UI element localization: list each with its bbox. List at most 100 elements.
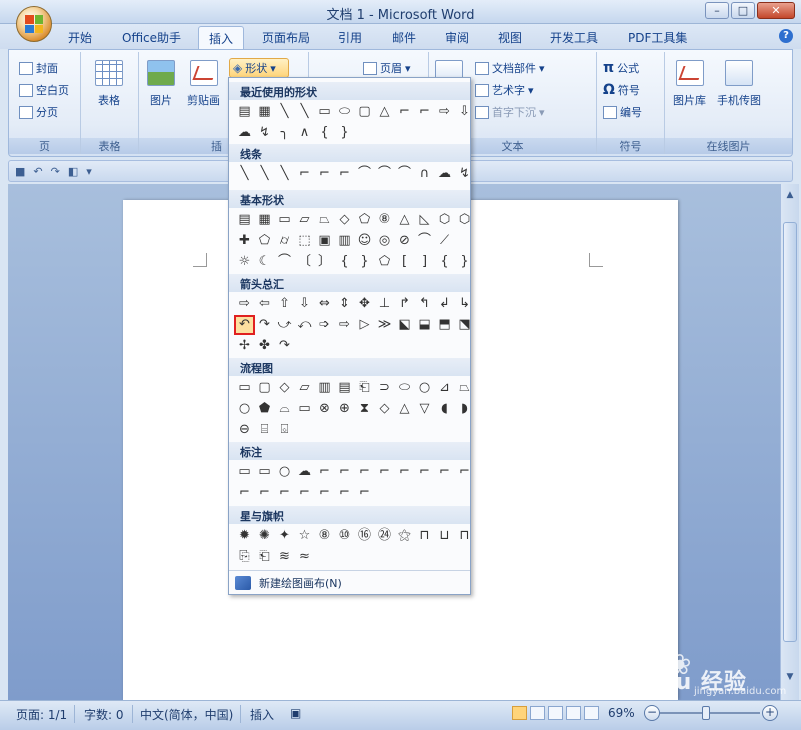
shape-item[interactable]: ⤺ [295,316,314,334]
shape-item[interactable]: ⌐ [395,463,414,481]
tab-office-assistant[interactable]: Office助手 [122,29,181,46]
shape-item[interactable]: ⌐ [295,484,314,502]
zoom-slider-knob[interactable] [702,706,710,720]
shape-item[interactable]: ○ [235,400,254,418]
shape-item[interactable]: ▽ [415,400,434,418]
shape-item[interactable]: ⌐ [395,103,414,121]
minimize-button[interactable]: – [705,2,729,19]
shape-item[interactable]: ▣ [315,232,334,250]
shape-item[interactable]: △ [395,400,414,418]
shapes-button[interactable]: ◈ 形状 ▾ [229,58,289,78]
shape-item[interactable]: ◗ [455,400,474,418]
shape-item[interactable]: ☁ [235,124,254,142]
zoom-out-button[interactable]: − [644,705,660,721]
shape-item[interactable]: ✤ [255,337,274,355]
shape-item[interactable]: ⇨ [335,316,354,334]
shape-item[interactable]: ◺ [415,211,434,229]
shape-item[interactable]: ⑧ [375,211,394,229]
shape-item[interactable]: ⎗ [255,548,274,566]
shape-item[interactable]: ⇩ [455,103,474,121]
shape-item[interactable]: ⌐ [355,463,374,481]
shape-item[interactable]: ⬓ [415,316,434,334]
office-button[interactable] [16,6,52,42]
shape-item[interactable]: ▷ [355,316,374,334]
shape-item[interactable]: ⌐ [235,484,254,502]
shape-item[interactable]: ☁ [295,463,314,481]
print-layout-view-button[interactable] [512,706,527,720]
shape-item[interactable]: ◇ [275,379,294,397]
shape-item[interactable]: ⎘ [235,548,254,566]
zoom-slider[interactable] [660,712,760,714]
shape-item[interactable]: ↲ [435,295,454,313]
shape-item[interactable]: ➩ [315,316,334,334]
header-button[interactable]: 页眉 ▾ [363,60,411,76]
shape-item[interactable]: ⊃ [375,379,394,397]
shape-item[interactable]: ↯ [455,165,474,183]
tab-home[interactable]: 开始 [68,29,92,46]
shape-item[interactable]: ⌐ [315,463,334,481]
shape-item[interactable]: ▤ [335,379,354,397]
shape-item[interactable]: ⌒ [355,165,374,183]
shape-item[interactable]: ⑩ [335,527,354,545]
shape-item[interactable]: ∧ [295,124,314,142]
shape-item[interactable]: ⌐ [315,484,334,502]
cover-page-button[interactable]: 封面 [19,60,58,76]
new-drawing-canvas-button[interactable]: 新建绘图画布(N) [229,570,470,594]
shape-item[interactable]: { [335,253,354,271]
shape-item[interactable]: ○ [415,379,434,397]
shape-item[interactable]: ☾ [255,253,274,271]
shape-item[interactable]: ▢ [355,103,374,121]
shape-item[interactable]: ⌐ [335,484,354,502]
shape-item[interactable]: ✦ [275,527,294,545]
shape-item[interactable]: ⬠ [375,253,394,271]
shape-item[interactable]: ⌒ [415,232,434,250]
shape-item[interactable]: ] [415,253,434,271]
shape-item[interactable]: ⬔ [455,316,474,334]
save-icon[interactable]: ■ [15,165,25,178]
tab-insert[interactable]: 插入 [198,26,245,50]
shape-item[interactable]: ▱ [295,379,314,397]
tab-page-layout[interactable]: 页面布局 [262,29,310,46]
shape-item[interactable]: ╲ [275,165,294,183]
shape-item[interactable]: ▭ [235,463,254,481]
shape-item[interactable]: ⌐ [355,484,374,502]
shape-item[interactable]: ☆ [295,527,314,545]
shape-item[interactable]: { [435,253,454,271]
shape-item[interactable]: ◎ [375,232,394,250]
shape-item[interactable]: ⬡ [455,211,474,229]
shape-item[interactable]: ╲ [235,165,254,183]
shape-item[interactable]: △ [395,211,414,229]
shape-item[interactable]: ⊓ [415,527,434,545]
shape-item[interactable]: ㉔ [375,527,394,545]
shape-item[interactable]: ▭ [295,400,314,418]
shape-item[interactable]: [ [395,253,414,271]
shape-item[interactable]: ⌓ [275,400,294,418]
symbol-button[interactable]: Ω 符号 [603,82,640,98]
draft-view-button[interactable] [584,706,599,720]
shape-item[interactable]: ⇕ [335,295,354,313]
wordart-button[interactable]: 艺术字 ▾ [475,82,534,98]
shape-item[interactable]: ▦ [255,103,274,121]
shape-item[interactable]: ⊖ [235,421,254,439]
shape-item[interactable]: ↷ [275,337,294,355]
blank-page-button[interactable]: 空白页 [19,82,69,98]
shape-item[interactable]: ⌸ [255,421,274,439]
shape-item[interactable]: ⟋ [435,232,454,250]
shape-item[interactable]: ◖ [435,400,454,418]
shape-item[interactable]: ▭ [235,379,254,397]
shape-item[interactable]: ⬠ [255,232,274,250]
shape-item[interactable]: ╲ [295,103,314,121]
shape-item[interactable]: ↯ [255,124,274,142]
shape-item[interactable]: ◇ [335,211,354,229]
shape-item[interactable]: ▦ [255,211,274,229]
shape-item[interactable]: ⊥ [375,295,394,313]
language-indicator[interactable]: 中文(简体，中国) [140,706,233,723]
shape-item[interactable]: ↷ [255,316,274,334]
shape-item[interactable]: ↳ [455,295,474,313]
tab-view[interactable]: 视图 [498,29,522,46]
shape-item[interactable]: ⊔ [435,527,454,545]
shape-item[interactable]: { [315,124,334,142]
shape-item[interactable]: ╲ [255,165,274,183]
equation-button[interactable]: π 公式 [603,60,639,76]
close-button[interactable]: ✕ [757,2,795,19]
